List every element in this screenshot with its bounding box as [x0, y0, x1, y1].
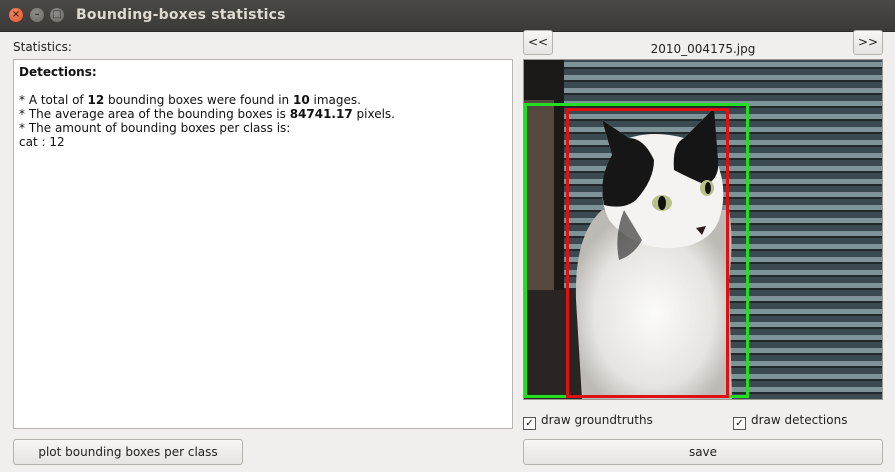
- cat-photo: [524, 60, 882, 399]
- maximize-window-button[interactable]: □: [50, 8, 64, 22]
- class-count-line: cat : 12: [19, 135, 65, 149]
- per-class-line: * The amount of bounding boxes per class…: [19, 121, 291, 135]
- close-icon: ×: [11, 9, 21, 20]
- draw-detections-label: draw detections: [751, 413, 848, 427]
- total-images-value: 10: [292, 93, 310, 107]
- draw-detections-checkbox[interactable]: ✓ draw detections: [733, 413, 848, 430]
- image-filename: 2010_004175.jpg: [650, 42, 756, 56]
- next-image-button[interactable]: >>: [853, 30, 883, 55]
- draw-groundtruths-label: draw groundtruths: [541, 413, 653, 427]
- checkbox-check-icon: ✓: [733, 417, 746, 430]
- average-area-value: 84741.17: [289, 107, 353, 121]
- plot-bounding-boxes-button[interactable]: plot bounding boxes per class: [13, 439, 243, 465]
- minimize-icon: –: [34, 9, 40, 20]
- statistics-text-area[interactable]: Detections: * A total of 12 bounding box…: [13, 59, 513, 429]
- minimize-window-button[interactable]: –: [30, 8, 44, 22]
- image-preview: [523, 59, 883, 400]
- previous-image-button[interactable]: <<: [523, 30, 553, 55]
- maximize-icon: □: [52, 9, 62, 20]
- statistics-label: Statistics:: [13, 40, 72, 54]
- save-button[interactable]: save: [523, 439, 883, 465]
- title-bar: × – □ Bounding-boxes statistics: [0, 0, 895, 32]
- total-boxes-line: * A total of 12 bounding boxes were foun…: [19, 93, 361, 107]
- detections-heading: Detections:: [19, 65, 97, 79]
- draw-groundtruths-checkbox[interactable]: ✓ draw groundtruths: [523, 413, 653, 430]
- window-title: Bounding-boxes statistics: [76, 7, 286, 23]
- total-boxes-value: 12: [87, 93, 105, 107]
- checkbox-check-icon: ✓: [523, 417, 536, 430]
- average-area-line: * The average area of the bounding boxes…: [19, 107, 395, 121]
- close-window-button[interactable]: ×: [9, 8, 23, 22]
